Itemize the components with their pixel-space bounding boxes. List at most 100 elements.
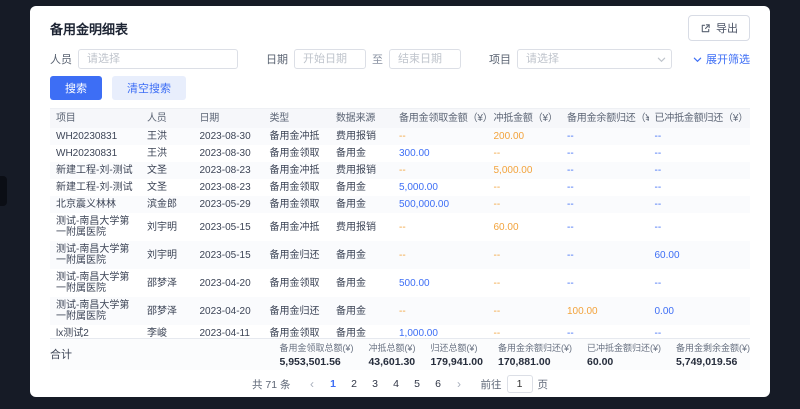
page-number[interactable]: 6 <box>430 376 447 393</box>
person-cell: 文圣 <box>141 179 194 196</box>
table-row[interactable]: 测试-南昌大学第一附属医院邵梦泽2023-04-20备用金领取备用金500.00… <box>50 269 750 297</box>
amount-cell: -- <box>649 162 751 179</box>
type-cell: 备用金领取 <box>264 145 331 162</box>
type-cell: 备用金领取 <box>264 325 331 338</box>
amount-cell: -- <box>561 128 649 145</box>
date-cell: 2023-05-29 <box>194 196 264 213</box>
summary-item-label: 备用金剩余金额(¥) <box>676 341 750 354</box>
project-cell: lx测试2 <box>50 325 141 338</box>
amount-cell: -- <box>649 325 751 338</box>
app-window: 备用金明细表 导出 人员 日期 至 <box>0 0 800 409</box>
date-start-input[interactable] <box>294 49 366 69</box>
summary-item-label: 冲抵总额(¥) <box>368 341 415 354</box>
amount-cell: 500,000.00 <box>393 196 488 213</box>
table-row[interactable]: 测试-南昌大学第一附属医院刘宇明2023-05-15备用金归还备用金------… <box>50 241 750 269</box>
source-cell: 备用金 <box>330 297 393 325</box>
table-row[interactable]: 新建工程-刘-测试文圣2023-08-23备用金冲抵费用报销--5,000.00… <box>50 162 750 179</box>
amount-cell: -- <box>649 196 751 213</box>
export-button-label: 导出 <box>716 20 738 36</box>
summary-item-label: 已冲抵金额归还(¥) <box>587 341 661 354</box>
column-header: 项目 <box>50 109 141 128</box>
type-cell: 备用金领取 <box>264 196 331 213</box>
table-row[interactable]: lx测试2李峻2023-04-11备用金领取备用金1,000.00------ <box>50 325 750 338</box>
amount-cell: 300.00 <box>393 145 488 162</box>
date-cell: 2023-04-20 <box>194 297 264 325</box>
page-number[interactable]: 1 <box>325 376 342 393</box>
project-cell: 北京震义林林 <box>50 196 141 213</box>
summary-item-value: 60.00 <box>587 356 661 368</box>
export-button[interactable]: 导出 <box>688 15 750 41</box>
amount-cell: 200.00 <box>488 128 562 145</box>
summary-item-value: 43,601.30 <box>368 356 415 368</box>
page-number[interactable]: 3 <box>367 376 384 393</box>
amount-cell: -- <box>488 145 562 162</box>
page-number[interactable]: 4 <box>388 376 405 393</box>
amount-cell: 60.00 <box>649 241 751 269</box>
type-cell: 备用金冲抵 <box>264 162 331 179</box>
amount-cell: -- <box>393 297 488 325</box>
date-end-input[interactable] <box>389 49 461 69</box>
table-row[interactable]: WH20230831王洪2023-08-30备用金领取备用金300.00----… <box>50 145 750 162</box>
prev-page-arrow[interactable]: ‹ <box>304 376 321 393</box>
amount-cell: 0.00 <box>649 297 751 325</box>
summary-items: 备用金领取总额(¥)5,953,501.56冲抵总额(¥)43,601.30归还… <box>279 341 750 368</box>
amount-cell: -- <box>393 241 488 269</box>
date-cell: 2023-04-11 <box>194 325 264 338</box>
amount-cell: -- <box>561 196 649 213</box>
table-row[interactable]: 新建工程-刘-测试文圣2023-08-23备用金领取备用金5,000.00---… <box>50 179 750 196</box>
amount-cell: 1,000.00 <box>393 325 488 338</box>
sidebar-drawer-handle[interactable] <box>0 176 7 206</box>
table-row[interactable]: 北京震义林林滨金郎2023-05-29备用金领取备用金500,000.00---… <box>50 196 750 213</box>
goto-page-input[interactable] <box>507 375 533 393</box>
amount-cell: -- <box>649 179 751 196</box>
next-page-arrow[interactable]: › <box>451 376 468 393</box>
export-icon <box>700 23 711 34</box>
type-cell: 备用金归还 <box>264 297 331 325</box>
amount-cell: -- <box>561 241 649 269</box>
amount-cell: -- <box>488 241 562 269</box>
amount-cell: -- <box>649 269 751 297</box>
summary-item: 备用金余额归还(¥)170,881.00 <box>498 341 572 368</box>
amount-cell: -- <box>649 145 751 162</box>
table-row[interactable]: 测试-南昌大学第一附属医院刘宇明2023-05-15备用金冲抵费用报销--60.… <box>50 213 750 241</box>
project-cell: 测试-南昌大学第一附属医院 <box>50 269 141 297</box>
expand-filters-label: 展开筛选 <box>706 51 750 67</box>
content-card: 备用金明细表 导出 人员 日期 至 <box>30 6 770 397</box>
date-filter: 日期 至 <box>266 49 461 69</box>
summary-item-value: 179,941.00 <box>430 356 483 368</box>
date-cell: 2023-08-30 <box>194 128 264 145</box>
page-number[interactable]: 2 <box>346 376 363 393</box>
source-cell: 费用报销 <box>330 162 393 179</box>
amount-cell: -- <box>561 179 649 196</box>
amount-cell: -- <box>488 269 562 297</box>
expand-filters-link[interactable]: 展开筛选 <box>693 51 750 67</box>
project-select-input[interactable] <box>517 49 672 69</box>
amount-cell: -- <box>561 145 649 162</box>
project-cell: WH20230831 <box>50 128 141 145</box>
column-header: 已冲抵金额归还（¥） <box>649 109 751 128</box>
search-button[interactable]: 搜索 <box>50 76 102 100</box>
person-cell: 李峻 <box>141 325 194 338</box>
amount-cell: -- <box>561 213 649 241</box>
table-row[interactable]: WH20230831王洪2023-08-30备用金冲抵费用报销--200.00-… <box>50 128 750 145</box>
summary-item: 备用金剩余金额(¥)5,749,019.56 <box>676 341 750 368</box>
source-cell: 费用报销 <box>330 213 393 241</box>
person-select-input[interactable] <box>78 49 238 69</box>
source-cell: 费用报销 <box>330 128 393 145</box>
column-header: 人员 <box>141 109 194 128</box>
pagination-total: 共 71 条 <box>252 377 291 392</box>
summary-item-label: 备用金领取总额(¥) <box>279 341 353 354</box>
clear-search-button[interactable]: 清空搜索 <box>112 76 186 100</box>
page-number[interactable]: 5 <box>409 376 426 393</box>
summary-item: 备用金领取总额(¥)5,953,501.56 <box>279 341 353 368</box>
amount-cell: -- <box>649 128 751 145</box>
amount-cell: 100.00 <box>561 297 649 325</box>
amount-cell: -- <box>393 128 488 145</box>
source-cell: 备用金 <box>330 325 393 338</box>
date-cell: 2023-08-23 <box>194 179 264 196</box>
amount-cell: -- <box>488 297 562 325</box>
amount-cell: -- <box>488 179 562 196</box>
type-cell: 备用金领取 <box>264 269 331 297</box>
date-cell: 2023-04-20 <box>194 269 264 297</box>
table-row[interactable]: 测试-南昌大学第一附属医院邵梦泽2023-04-20备用金归还备用金----10… <box>50 297 750 325</box>
